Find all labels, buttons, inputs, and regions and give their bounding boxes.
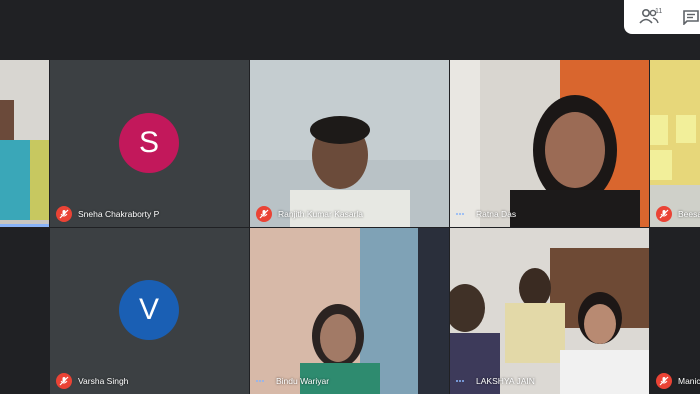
participant-video-6: [250, 228, 449, 394]
participant-tile-6[interactable]: Bindu Wariyar: [250, 228, 449, 394]
participant-tile-0[interactable]: [0, 60, 49, 227]
participant-video-4: [650, 60, 700, 227]
participant-tile-3[interactable]: Ratna Das: [450, 60, 649, 227]
mic-off-icon: [656, 373, 672, 389]
participants-count: 11: [655, 8, 663, 15]
meeting-stage: 11 S Sneha Chakraborty P Ranjith Kumar K…: [0, 0, 700, 394]
participant-name: Bindu Wariyar: [276, 376, 330, 386]
avatar-letter: V: [138, 293, 159, 326]
participant-name: LAKSHYA JAIN: [476, 376, 535, 386]
participant-name: Varsha Singh: [78, 376, 129, 386]
participant-name: Sneha Chakraborty P: [78, 209, 160, 219]
mic-off-icon: [656, 206, 672, 222]
mic-off-icon: [56, 206, 72, 222]
participant-name: Manic: [678, 376, 700, 386]
participant-video-7: [450, 228, 649, 394]
avatar-s: S: [119, 113, 179, 173]
participant-tile-5[interactable]: V Varsha Singh: [50, 228, 249, 394]
mic-off-icon: [56, 373, 72, 389]
chat-icon[interactable]: [682, 9, 700, 25]
participant-tile-4[interactable]: Beesa: [650, 60, 700, 227]
participant-tile-7[interactable]: LAKSHYA JAIN: [450, 228, 649, 394]
participant-video-3: [450, 60, 649, 227]
participant-name: Ratna Das: [476, 209, 517, 219]
speaking-indicator-icon: [456, 206, 470, 222]
speaking-indicator-icon: [256, 373, 270, 389]
participant-tile-1[interactable]: S Sneha Chakraborty P: [50, 60, 249, 227]
participant-tile-8[interactable]: Manic: [650, 228, 700, 394]
participant-name: Ranjith Kumar Kasarla: [278, 209, 364, 219]
participant-video-2: [250, 60, 449, 227]
avatar-v: V: [119, 280, 179, 340]
meeting-toolbar: 11: [624, 0, 700, 34]
avatar-letter: S: [138, 126, 159, 159]
participant-name: Beesa: [678, 209, 700, 219]
participant-tile-2[interactable]: Ranjith Kumar Kasarla: [250, 60, 449, 227]
mic-off-icon: [256, 206, 272, 222]
participant-video-0: [0, 60, 49, 227]
speaking-indicator-icon: [456, 373, 470, 389]
